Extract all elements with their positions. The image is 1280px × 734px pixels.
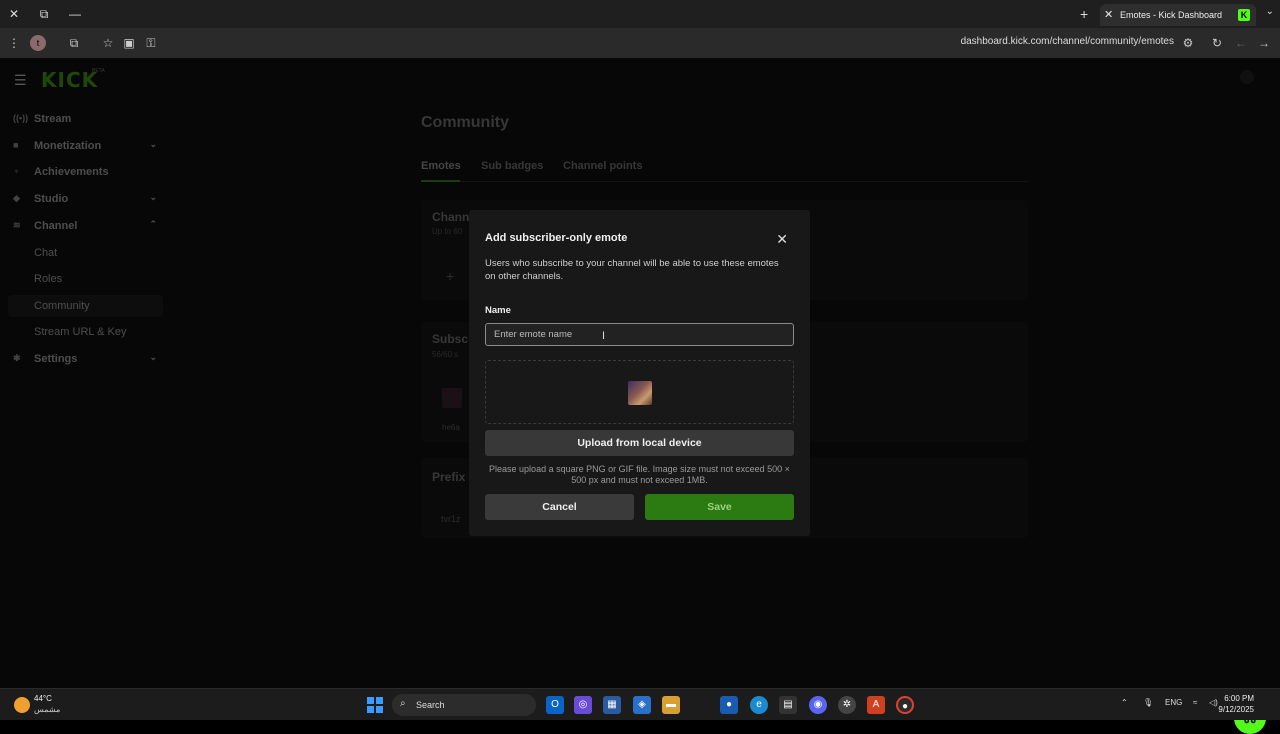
store-icon[interactable]: ▦ <box>603 696 621 714</box>
browser-tab-bar: ✕ ⧉ — + ✕ Emotes - Kick Dashboard K ⌄ <box>0 0 1280 28</box>
defender-icon[interactable]: ◈ <box>633 696 651 714</box>
weather-description[interactable]: مشمس <box>34 705 60 714</box>
browser-tab[interactable]: ✕ Emotes - Kick Dashboard K <box>1100 4 1256 26</box>
close-icon[interactable]: ✕ <box>776 231 788 248</box>
volume-icon[interactable]: ◁) <box>1209 698 1218 707</box>
taskbar-search[interactable]: ⌕ Search <box>392 694 536 716</box>
clock-time[interactable]: 6:00 PM <box>1224 694 1254 703</box>
modal-title: Add subscriber-only emote <box>485 232 628 244</box>
bookmark-star-icon[interactable]: ☆ <box>100 35 116 51</box>
restore-window-icon[interactable]: ⧉ <box>36 6 52 22</box>
upload-button[interactable]: Upload from local device <box>485 430 794 456</box>
copilot-icon[interactable]: ◎ <box>574 696 592 714</box>
close-window-icon[interactable]: ✕ <box>6 6 22 22</box>
weather-sun-icon[interactable] <box>14 697 30 713</box>
windows-start-icon[interactable] <box>367 697 383 713</box>
modal-description: Users who subscribe to your channel will… <box>485 258 779 282</box>
tab-title: Emotes - Kick Dashboard <box>1120 10 1223 20</box>
image-dropzone[interactable] <box>485 360 794 424</box>
outlook-icon[interactable]: O <box>546 696 564 714</box>
save-button[interactable]: Save <box>645 494 794 520</box>
menu-dots-icon[interactable]: ⋮ <box>6 35 22 51</box>
network-app-icon[interactable]: ● <box>720 696 738 714</box>
discord-icon[interactable]: ◉ <box>809 696 827 714</box>
emote-preview-image <box>628 381 652 405</box>
cancel-button[interactable]: Cancel <box>485 494 634 520</box>
media-app-icon[interactable]: ▤ <box>779 696 797 714</box>
site-settings-icon[interactable]: ⚙ <box>1180 35 1196 51</box>
back-icon[interactable]: → <box>1256 35 1272 51</box>
microphone-icon[interactable]: 🎙 <box>1143 698 1153 707</box>
reload-icon[interactable]: ↻ <box>1209 35 1225 51</box>
new-tab-icon[interactable]: + <box>1080 6 1088 22</box>
kick-favicon-icon: K <box>1238 9 1250 21</box>
minimize-window-icon[interactable]: — <box>67 6 83 22</box>
name-label: Name <box>485 305 511 316</box>
editor-app-icon[interactable]: A <box>867 696 885 714</box>
search-icon: ⌕ <box>400 698 406 709</box>
wifi-icon[interactable]: ≈ <box>1193 698 1197 707</box>
file-explorer-icon[interactable]: ▬ <box>662 696 680 714</box>
extensions-icon[interactable]: ⧉ <box>66 35 82 51</box>
text-cursor-icon: I <box>602 330 606 342</box>
weather-temperature[interactable]: 44°C <box>34 694 52 703</box>
reading-mode-icon[interactable]: ▣ <box>121 35 137 51</box>
chatgpt-icon[interactable]: ✲ <box>838 696 856 714</box>
edge-icon[interactable]: e <box>750 696 768 714</box>
tab-search-icon[interactable]: ⌄ <box>1266 6 1274 17</box>
clock-date[interactable]: 9/12/2025 <box>1218 705 1254 714</box>
forward-icon[interactable]: ← <box>1233 35 1249 51</box>
chrome-icon[interactable]: ● <box>896 696 914 714</box>
tray-overflow-icon[interactable]: ⌃ <box>1121 698 1128 707</box>
language-indicator[interactable]: ENG <box>1165 698 1182 707</box>
url-text[interactable]: dashboard.kick.com/channel/community/emo… <box>961 36 1174 47</box>
close-tab-icon[interactable]: ✕ <box>1104 4 1113 26</box>
profile-avatar[interactable]: t <box>30 35 46 51</box>
password-key-icon[interactable]: ⚿ <box>143 35 159 51</box>
add-emote-modal: Add subscriber-only emote ✕ Users who su… <box>469 210 810 536</box>
upload-note: Please upload a square PNG or GIF file. … <box>489 464 790 485</box>
address-bar: ⋮ t ⧉ ☆ ▣ ⚿ dashboard.kick.com/channel/c… <box>0 28 1280 58</box>
windows-taskbar: 44°C مشمس ⌕ Search O ◎ ▦ ◈ ▬ ● e ▤ ◉ ✲ A… <box>0 688 1280 720</box>
emote-name-input[interactable] <box>485 323 794 346</box>
